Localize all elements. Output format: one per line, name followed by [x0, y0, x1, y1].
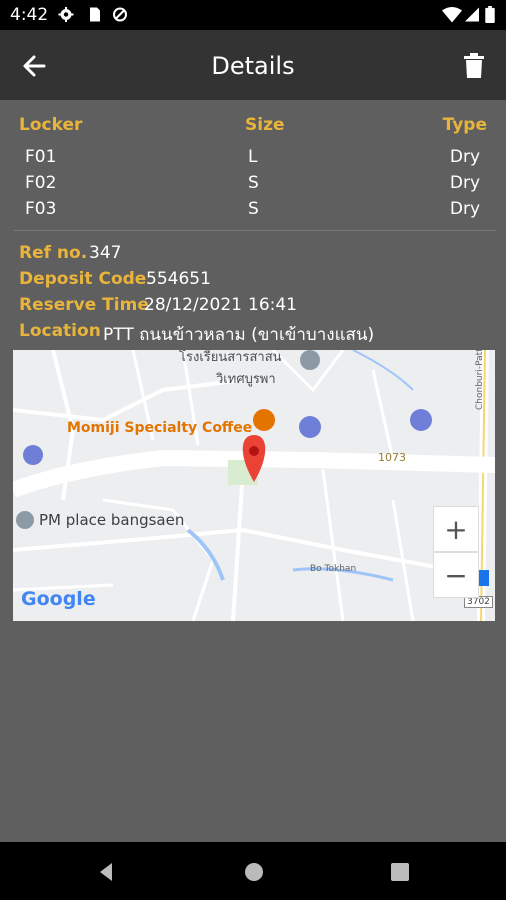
- nav-home-icon[interactable]: [242, 860, 266, 884]
- type-cell: Dry: [449, 147, 480, 167]
- map-view[interactable]: โรงเรียนสารสาสน วิเทศบูรพา Momiji Specia…: [13, 350, 495, 621]
- page-title: Details: [211, 52, 295, 80]
- delete-button[interactable]: [456, 48, 492, 84]
- sim-card-icon: [90, 7, 100, 22]
- divider: [14, 230, 496, 231]
- column-header-locker: Locker: [19, 115, 83, 135]
- map-roads: [13, 350, 495, 621]
- app-bar: Details: [0, 30, 506, 100]
- reserve-date-value: 28/12/2021: [144, 295, 242, 315]
- nav-recents-icon[interactable]: [388, 860, 412, 884]
- battery-icon: [485, 6, 495, 23]
- google-logo: Google: [21, 588, 96, 610]
- map-label-road-name: Bo Tokhan: [310, 564, 357, 574]
- location-label: Location: [19, 321, 101, 341]
- size-cell: S: [248, 173, 259, 193]
- reserve-time-label: Reserve Time: [19, 295, 149, 315]
- nav-back-icon[interactable]: [94, 860, 118, 884]
- locker-cell: F03: [25, 199, 57, 219]
- trash-icon: [464, 53, 484, 78]
- column-header-size: Size: [245, 115, 285, 135]
- navigation-bar: [0, 842, 506, 900]
- deposit-code-label: Deposit Code: [19, 269, 147, 289]
- signal-icon: [465, 7, 479, 22]
- deposit-code-value: 554651: [146, 269, 211, 289]
- plus-icon: +: [444, 512, 468, 546]
- reserve-time-value: 16:41: [248, 295, 297, 315]
- locker-cell: F01: [25, 147, 57, 167]
- column-header-type: Type: [442, 115, 487, 135]
- settings-icon: [58, 7, 74, 22]
- type-cell: Dry: [449, 173, 480, 193]
- map-label-road-number: 1073: [378, 451, 406, 464]
- map-label-highway: Chonburi-Pattaya Hwy: [475, 350, 485, 410]
- minus-icon: −: [444, 558, 468, 592]
- map-label-school-line1: โรงเรียนสารสาสน: [179, 350, 282, 365]
- map-label-cafe: Momiji Specialty Coffee: [67, 420, 253, 436]
- zoom-out-button[interactable]: −: [433, 552, 479, 598]
- locker-cell: F02: [25, 173, 57, 193]
- zoom-in-button[interactable]: +: [433, 506, 479, 552]
- location-value: PTT ถนนข้าวหลาม (ขาเข้าบางแสน): [103, 325, 375, 345]
- ref-label: Ref no.: [19, 243, 88, 263]
- size-cell: S: [248, 199, 259, 219]
- status-time: 4:42: [10, 5, 49, 25]
- type-cell: Dry: [449, 199, 480, 219]
- size-cell: L: [248, 147, 258, 167]
- data-saver-icon: [113, 7, 127, 22]
- wifi-icon: [442, 7, 462, 23]
- map-label-place: PM place bangsaen: [39, 511, 185, 529]
- map-label-school-line2: วิเทศบูรพา: [216, 372, 276, 387]
- status-bar: 4:42: [0, 0, 506, 30]
- ref-value: 347: [89, 243, 122, 263]
